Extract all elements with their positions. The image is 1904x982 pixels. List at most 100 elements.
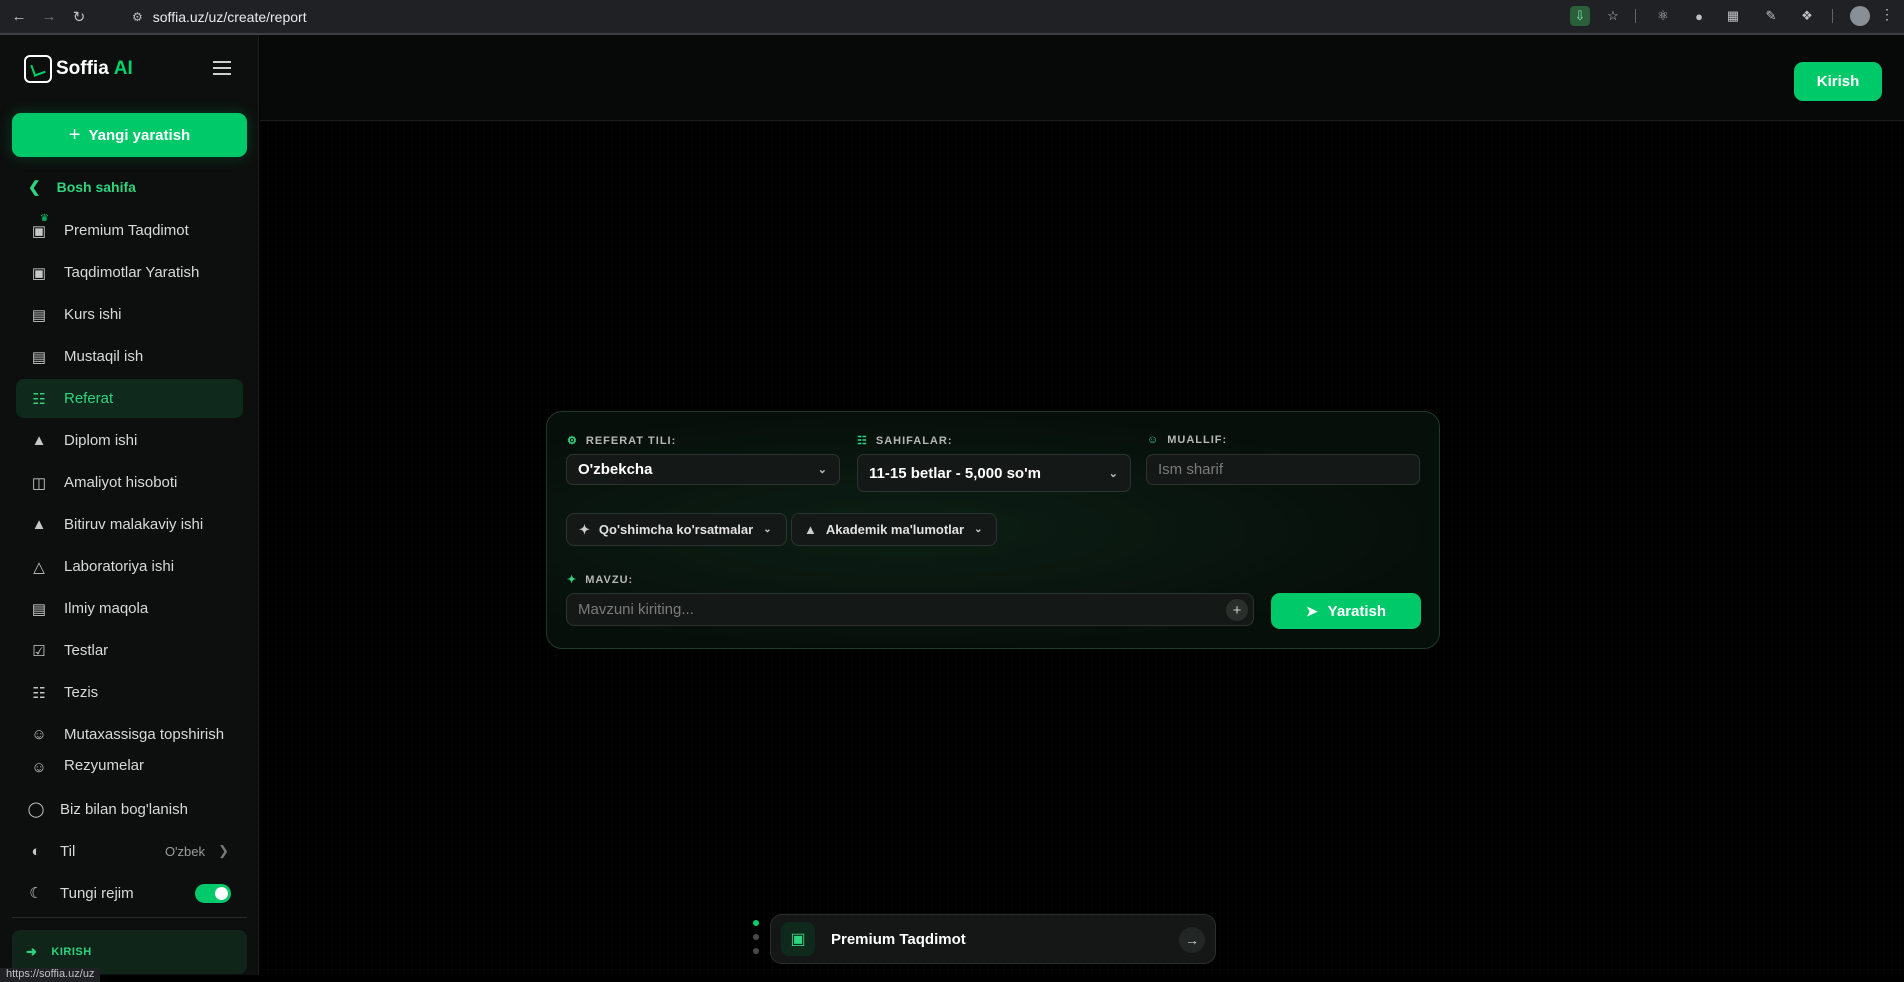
sidebar-item-diplom-ishi[interactable]: ▲ Diplom ishi [16,421,243,460]
bookmark-star-icon[interactable]: ☆ [1603,6,1623,26]
night-mode-toggle[interactable] [195,884,231,903]
sidebar-item-label: Diplom ishi [64,432,138,449]
document-icon: ☷ [32,390,46,408]
sidebar-item-taqdimotlar[interactable]: ▣ Taqdimotlar Yaratish [16,253,243,292]
pages-select[interactable]: 11-15 betlar - 5,000 so'm ⌄ [857,454,1131,492]
graduation-cap-icon: ▲ [804,522,817,537]
sidebar-item-testlar[interactable]: ☑ Testlar [16,631,243,670]
sidebar-item-amaliyot-hisoboti[interactable]: ◫ Amaliyot hisoboti [16,463,243,502]
generate-button[interactable]: ➤ Yaratish [1271,593,1421,629]
chevron-left-icon: ❮ [28,179,41,196]
sidebar-item-label: Mutaxassisga topshirish [64,726,225,743]
sidebar-item-mutaxassisga-topshirish[interactable]: ☺ Mutaxassisga topshirish [16,715,243,754]
add-attachment-icon[interactable]: + [1226,599,1248,621]
file-text-icon: ☷ [32,684,46,702]
sidebar-item-label: Ilmiy maqola [64,600,149,617]
pages-select-value: 11-15 betlar - 5,000 so'm [869,464,1041,482]
send-icon: ➤ [1305,602,1318,619]
clipboard-check-icon: ☑ [32,642,46,660]
plus-icon: + [68,123,81,146]
night-mode-label: Tungi rejim [60,884,134,902]
carousel-dot[interactable] [753,920,759,926]
back-icon[interactable]: ← [8,6,30,28]
promo-label: Premium Taqdimot [831,930,966,948]
chevron-down-icon: ⌄ [974,524,983,535]
language-icon: ⚙ [567,435,578,447]
arrow-right-icon[interactable]: → [1179,927,1205,953]
url-text: soffia.uz/uz/create/report [152,9,307,25]
generate-label: Yaratish [1327,602,1387,620]
address-bar[interactable]: ⚙ soffia.uz/uz/create/report [118,4,1618,30]
forward-icon[interactable]: → [38,6,60,28]
logo[interactable]: Soffia AI [24,55,133,83]
reload-icon[interactable]: ↻ [68,6,90,28]
install-app-icon[interactable]: ⇩ [1570,6,1590,26]
presentation-icon: ▣ [31,264,47,282]
top-header [260,35,1904,121]
carousel-dot[interactable] [753,934,759,940]
menu-toggle-icon[interactable] [213,61,231,75]
language-select[interactable]: O'zbekcha ⌄ [566,454,840,485]
academic-info-label: Akademik ma'lumotlar [825,522,965,537]
sidebar-item-label: Premium Taqdimot [64,222,189,239]
sidebar-item-bitiruv-malakaviy-ishi[interactable]: ▲ Bitiruv malakaviy ishi [16,505,243,544]
profile-avatar[interactable] [1850,6,1870,26]
extension-grid-icon[interactable]: ▦ [1723,6,1743,26]
browser-menu-icon[interactable]: ⋮ [1880,6,1894,23]
login-button[interactable]: Kirish [1794,62,1882,101]
sidebar-item-mustaqil-ish[interactable]: ▤ Mustaqil ish [16,337,243,376]
chevron-right-icon: ❯ [218,843,229,858]
crown-icon: ♛ [40,213,49,224]
book-open-icon: ▤ [31,348,47,366]
moon-icon: ☾ [29,885,43,902]
language-label: Til [60,842,76,860]
graduation-cap-icon: ▲ [31,516,47,533]
react-devtools-icon[interactable]: ⚛ [1653,6,1673,26]
extensions-puzzle-icon[interactable]: ❖ [1797,6,1817,26]
globe-icon: ◐ [31,842,41,860]
topic-input[interactable]: Mavzuni kiriting... + [566,593,1254,626]
logo-name: Soffia [56,58,109,79]
toolbar-divider [1832,9,1833,23]
sidebar-item-label: Testlar [64,642,109,659]
sidebar-item-label: Bitiruv malakaviy ishi [64,516,204,533]
new-creation-label: Yangi yaratish [88,126,191,144]
sidebar-item-label: Amaliyot hisoboti [64,474,178,491]
login-icon: ➜ [26,944,38,959]
sidebar-item-label: Referat [64,390,114,407]
sidebar-item-label: Taqdimotlar Yaratish [64,264,200,281]
night-mode-row: ☾ Tungi rejim [0,872,259,914]
language-selector[interactable]: ◐ Til O'zbek ❯ [0,830,259,872]
logo-icon [24,55,52,83]
sidebar-item-referat[interactable]: ☷ Referat [16,379,243,418]
carousel-dot[interactable] [753,948,759,954]
sidebar-item-kurs-ishi[interactable]: ▤ Kurs ishi [16,295,243,334]
contact-label: Biz bilan bog'lanish [60,800,188,818]
logo-suffix: AI [113,58,133,79]
sidebar-footer: ◯ Biz bilan bog'lanish ◐ Til O'zbek ❯ ☾ … [0,788,259,914]
author-input[interactable]: Ism sharif [1146,454,1420,485]
presentation-icon: ▣ [781,922,815,956]
academic-info-dropdown[interactable]: ▲ Akademik ma'lumotlar ⌄ [791,513,998,546]
topic-field-label: ✦ MAVZU: [567,573,633,587]
extra-instructions-dropdown[interactable]: ✦ Qo'shimcha ko'rsatmalar ⌄ [566,513,787,546]
flask-icon: △ [33,558,45,576]
sidebar-item-rezyumelar[interactable]: ☺ Rezyumelar [16,757,243,773]
new-creation-button[interactable]: + Yangi yaratish [12,113,247,157]
extension-pen-icon[interactable]: ✎ [1761,6,1781,26]
site-info-icon[interactable]: ⚙ [132,10,143,24]
sidebar-item-ilmiy-maqola[interactable]: ▤ Ilmiy maqola [16,589,243,628]
language-value: O'zbek [164,843,205,859]
sidebar-item-tezis[interactable]: ☷ Tezis [16,673,243,712]
home-link[interactable]: ❮ Bosh sahifa [28,178,136,196]
contact-link[interactable]: ◯ Biz bilan bog'lanish [0,788,259,830]
sidebar-item-label: Kurs ishi [64,306,122,323]
sidebar-login-label: KIRISH [51,946,92,958]
extension-circle-icon[interactable]: ● [1689,6,1709,26]
user-icon: ☺ [31,726,47,743]
sidebar-item-laboratoriya-ishi[interactable]: △ Laboratoriya ishi [16,547,243,586]
premium-promo-card[interactable]: ▣ Premium Taqdimot → [770,914,1216,964]
sidebar-item-premium-taqdimot[interactable]: ♛ ▣ Premium Taqdimot [16,211,243,250]
chat-bubble-icon: ◯ [27,801,45,818]
user-icon: ☺ [31,758,47,774]
